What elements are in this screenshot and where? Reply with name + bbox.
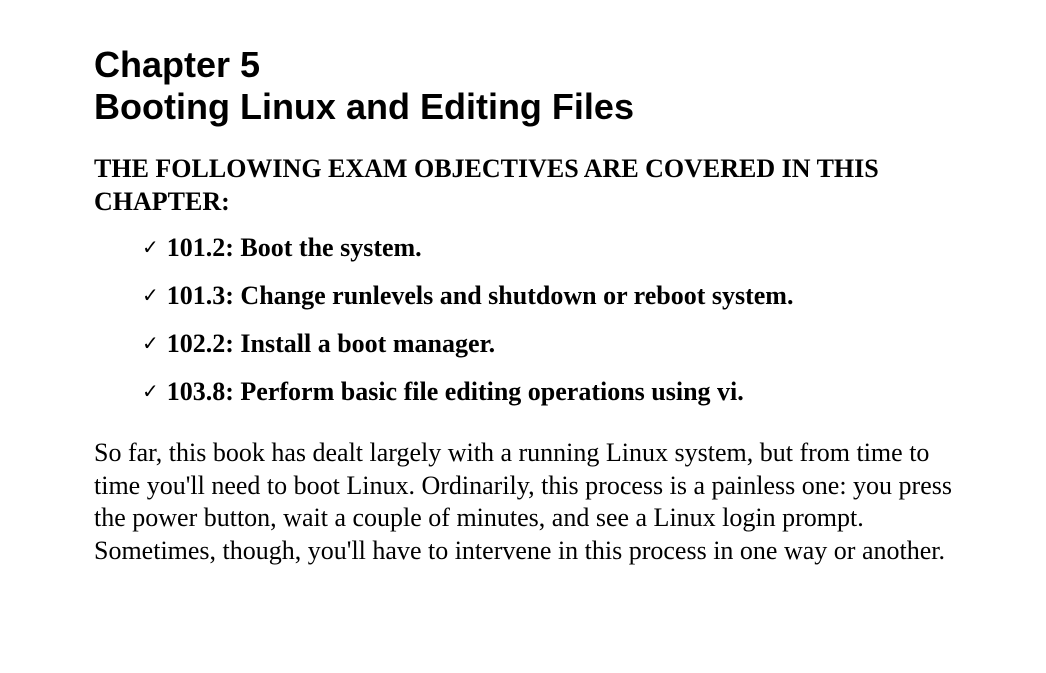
objective-item: ✓ 103.8: Perform basic file editing opera… — [136, 375, 926, 409]
chapter-heading: Chapter 5 Booting Linux and Editing File… — [94, 44, 994, 128]
objective-item: ✓ 101.2: Boot the system. — [136, 231, 926, 265]
chapter-number: Chapter 5 — [94, 44, 261, 85]
objectives-list: ✓ 101.2: Boot the system. ✓ 101.3: Change … — [94, 231, 994, 409]
chapter-title: Booting Linux and Editing Files — [94, 86, 634, 127]
checkmark-icon: ✓ — [142, 285, 159, 307]
objectives-heading: THE FOLLOWING EXAM OBJECTIVES ARE COVERE… — [94, 154, 879, 216]
objective-text: 103.8: Perform basic file editing operat… — [166, 377, 744, 406]
objective-item: ✓ 101.3: Change runlevels and shutdown or… — [136, 279, 926, 313]
objective-item: ✓ 102.2: Install a boot manager. — [136, 327, 926, 361]
objective-text: 102.2: Install a boot manager. — [166, 329, 496, 358]
intro-paragraph: So far, this book has dealt largely with… — [94, 438, 952, 565]
checkmark-icon: ✓ — [142, 333, 159, 355]
objective-text: 101.3: Change runlevels and shutdown or … — [166, 281, 794, 310]
checkmark-icon: ✓ — [142, 237, 159, 259]
document-page: Chapter 5 Booting Linux and Editing File… — [94, 44, 994, 567]
checkmark-icon: ✓ — [142, 381, 159, 403]
objective-text: 101.2: Boot the system. — [166, 233, 422, 262]
